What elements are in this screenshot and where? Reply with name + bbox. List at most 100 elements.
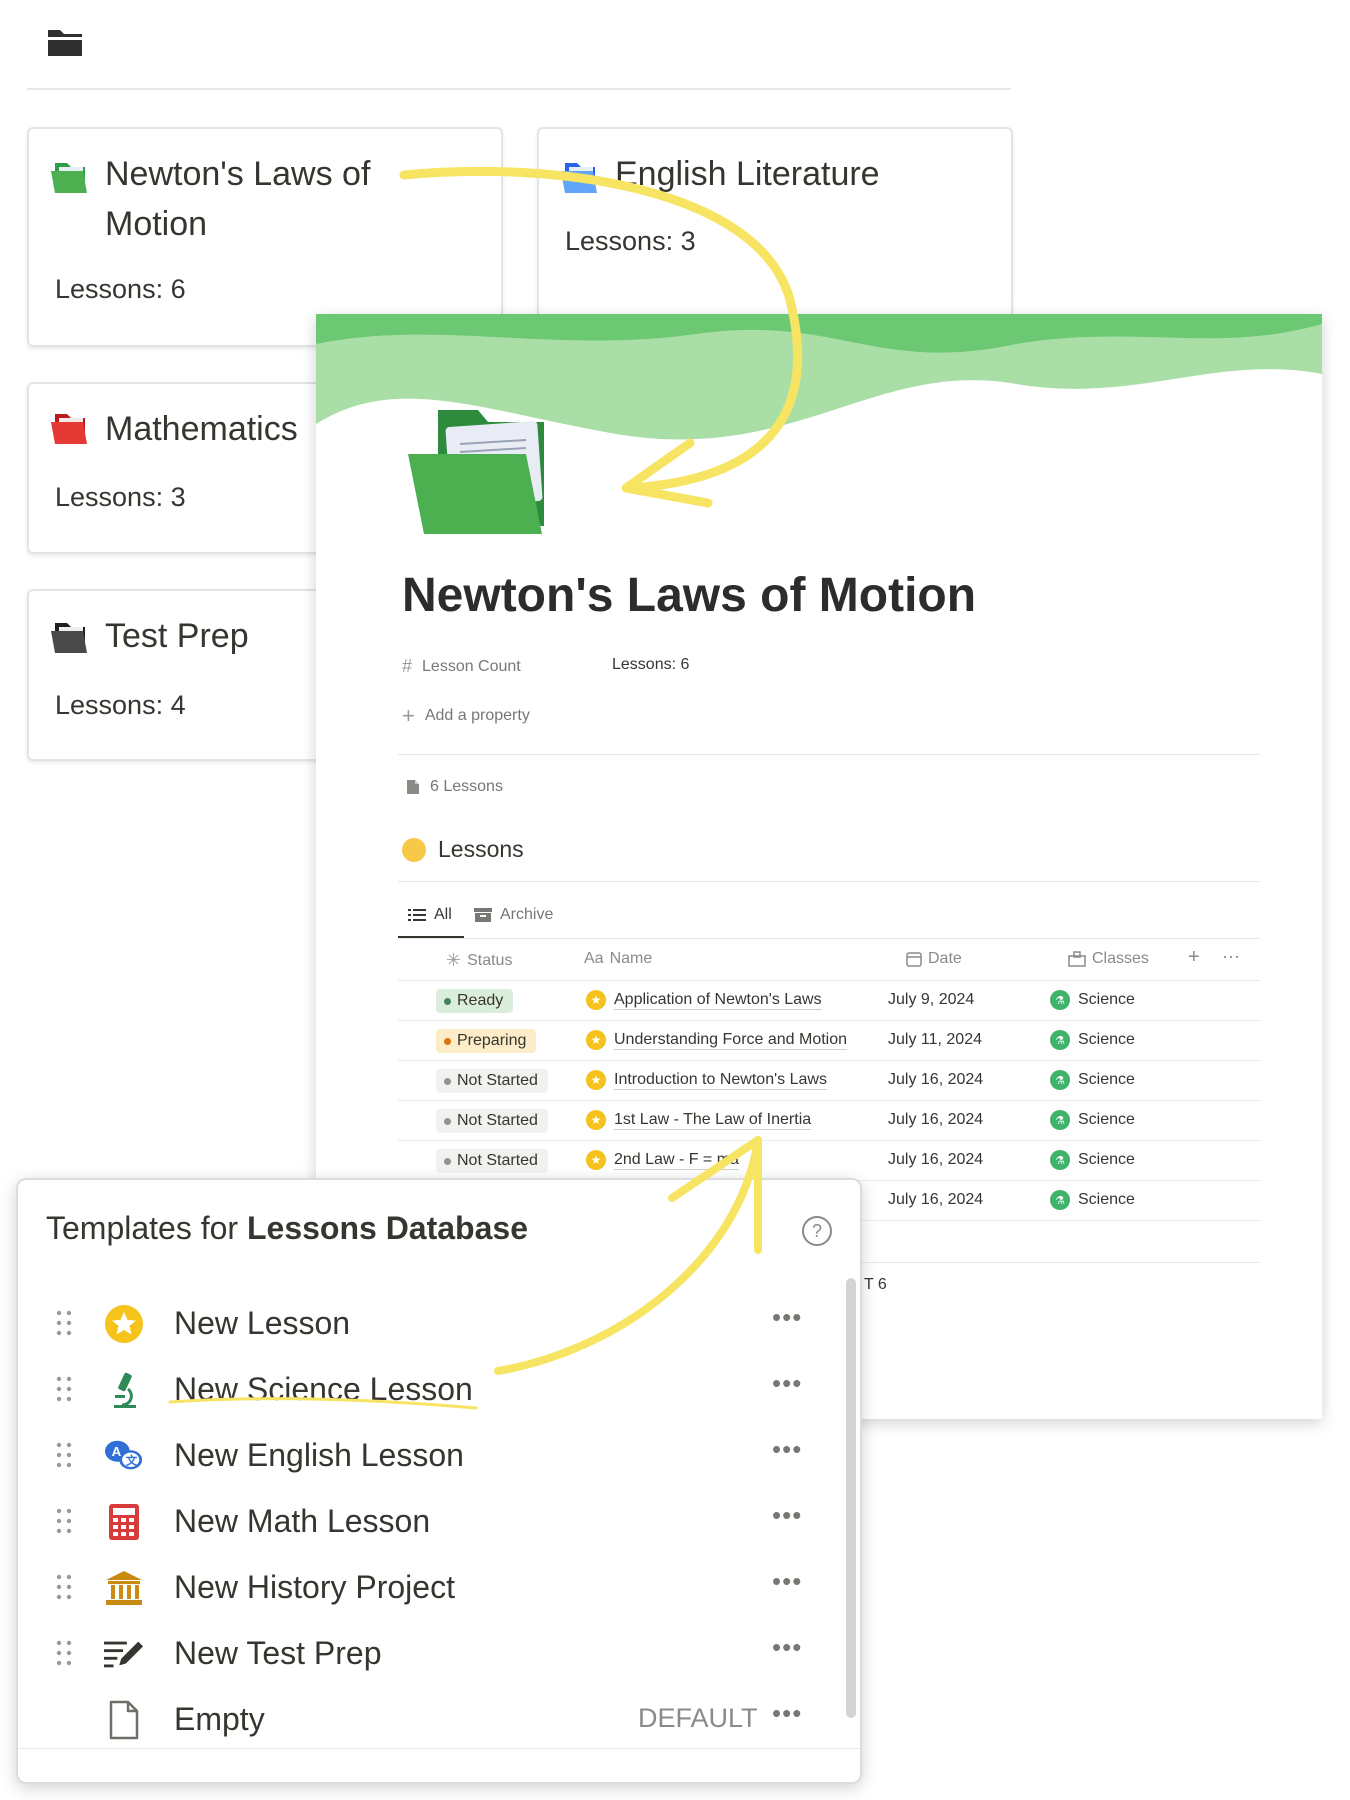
divider: [27, 88, 1011, 90]
database-title[interactable]: Lessons: [402, 836, 524, 863]
database-title-label: Lessons: [438, 836, 524, 862]
template-item-new-history-project[interactable]: New History Project •••: [18, 1556, 838, 1616]
drag-handle-icon[interactable]: [56, 1310, 72, 1336]
star-icon: ★: [586, 990, 606, 1010]
class-relation[interactable]: ⚗ Science: [1050, 1190, 1135, 1210]
text-type-icon: Aa: [584, 950, 604, 967]
lesson-name[interactable]: ★ Introduction to Newton's Laws: [586, 1070, 827, 1090]
table-row[interactable]: Not Started ★ 1st Law - The Law of Inert…: [398, 1101, 1260, 1141]
view-tab-archive[interactable]: Archive: [474, 906, 553, 924]
add-property-label: Add a property: [424, 707, 530, 724]
science-icon: ⚗: [1050, 1070, 1070, 1090]
card-lesson-count: Lessons: 3: [565, 226, 696, 256]
column-label: Name: [609, 950, 653, 967]
star-icon: ★: [586, 1030, 606, 1050]
status-tag[interactable]: Ready: [436, 989, 514, 1013]
class-relation[interactable]: ⚗ Science: [1050, 1150, 1135, 1170]
template-item-empty[interactable]: Empty DEFAULT •••: [18, 1688, 838, 1748]
folder-black-icon: [51, 623, 87, 653]
divider: [398, 881, 1260, 882]
more-icon[interactable]: •••: [772, 1698, 802, 1729]
more-options-button[interactable]: ···: [1222, 946, 1240, 967]
card-lesson-count: Lessons: 6: [55, 274, 186, 304]
template-label: New Math Lesson: [174, 1503, 431, 1539]
column-header-classes[interactable]: Classes: [1068, 950, 1149, 968]
drag-handle-icon[interactable]: [56, 1442, 72, 1468]
card-title: English Literature: [615, 155, 880, 193]
template-item-new-test-prep[interactable]: New Test Prep •••: [18, 1622, 838, 1682]
default-badge: DEFAULT: [638, 1703, 758, 1733]
template-item-new-science-lesson[interactable]: New Science Lesson •••: [18, 1358, 838, 1418]
property-value[interactable]: Lessons: 6: [612, 656, 689, 674]
lesson-name[interactable]: ★ Understanding Force and Motion: [586, 1030, 848, 1050]
list-icon: [408, 909, 426, 921]
status-tag[interactable]: Not Started: [436, 1149, 548, 1173]
status-label: Not Started: [457, 1072, 538, 1089]
table-row[interactable]: Ready ★ Application of Newton's Laws Jul…: [398, 981, 1260, 1021]
backlinks[interactable]: 6 Lessons: [406, 778, 503, 796]
template-label: New Science Lesson: [174, 1371, 473, 1407]
lesson-date: July 9, 2024: [888, 991, 975, 1008]
table-row[interactable]: Not Started ★ Introduction to Newton's L…: [398, 1061, 1260, 1101]
add-column-button[interactable]: +: [1188, 946, 1200, 969]
science-icon: ⚗: [1050, 1150, 1070, 1170]
star-icon: ★: [586, 1070, 606, 1090]
folder-blue-icon: [561, 163, 597, 193]
more-icon[interactable]: •••: [772, 1566, 802, 1597]
lesson-title: 2nd Law - F = ma: [614, 1150, 739, 1170]
lesson-name[interactable]: ★ Application of Newton's Laws: [586, 990, 822, 1010]
lesson-name[interactable]: ★ 2nd Law - F = ma: [586, 1150, 739, 1170]
table-row[interactable]: Preparing ★ Understanding Force and Moti…: [398, 1021, 1260, 1061]
scrollbar[interactable]: [846, 1278, 856, 1718]
column-header-name[interactable]: Aa Name: [584, 950, 652, 968]
lesson-name[interactable]: ★ 1st Law - The Law of Inertia: [586, 1110, 812, 1130]
class-label: Science: [1078, 991, 1135, 1008]
calendar-icon: [906, 952, 922, 967]
add-property-button[interactable]: + Add a property: [402, 703, 530, 729]
status-tag[interactable]: Not Started: [436, 1069, 548, 1093]
class-relation[interactable]: ⚗ Science: [1050, 990, 1135, 1010]
drag-handle-icon[interactable]: [56, 1640, 72, 1666]
template-item-new-english-lesson[interactable]: A文 New English Lesson •••: [18, 1424, 838, 1484]
lesson-date: July 16, 2024: [888, 1151, 984, 1168]
class-relation[interactable]: ⚗ Science: [1050, 1030, 1135, 1050]
popup-title: Templates for Lessons Database: [46, 1210, 528, 1246]
class-label: Science: [1078, 1191, 1135, 1208]
status-dot: [444, 1117, 451, 1125]
status-tag[interactable]: Not Started: [436, 1109, 548, 1133]
drag-handle-icon[interactable]: [56, 1574, 72, 1600]
help-icon[interactable]: ?: [802, 1216, 832, 1246]
more-icon[interactable]: •••: [772, 1302, 802, 1333]
property-lesson-count[interactable]: # Lesson Count: [402, 656, 521, 677]
column-header-status[interactable]: ✳ Status: [446, 950, 512, 971]
view-tab-all[interactable]: All: [408, 906, 452, 924]
status-dot: [444, 1037, 451, 1045]
relation-icon: [1068, 951, 1086, 967]
more-icon[interactable]: •••: [772, 1632, 802, 1663]
checklist-pen-icon: [104, 1634, 144, 1674]
document-icon: [407, 780, 419, 794]
template-item-new-lesson[interactable]: New Lesson •••: [18, 1292, 838, 1352]
status-tag[interactable]: Preparing: [436, 1029, 537, 1053]
more-icon[interactable]: •••: [772, 1500, 802, 1531]
calculate-count[interactable]: T 6: [864, 1276, 887, 1294]
property-name: Lesson Count: [422, 657, 521, 675]
class-relation[interactable]: ⚗ Science: [1050, 1110, 1135, 1130]
column-header-date[interactable]: Date: [906, 950, 962, 968]
status-dot: [444, 1077, 451, 1085]
view-tab-label: All: [434, 906, 452, 923]
page-icon: [104, 1700, 144, 1740]
science-icon: ⚗: [1050, 990, 1070, 1010]
more-icon[interactable]: •••: [772, 1434, 802, 1465]
archive-icon: [474, 908, 492, 922]
drag-handle-icon[interactable]: [56, 1508, 72, 1534]
lesson-date: July 16, 2024: [888, 1191, 984, 1208]
lesson-title: Understanding Force and Motion: [614, 1030, 848, 1050]
star-icon: ★: [586, 1150, 606, 1170]
table-row[interactable]: Not Started ★ 2nd Law - F = ma July 16, …: [398, 1141, 1260, 1181]
class-relation[interactable]: ⚗ Science: [1050, 1070, 1135, 1090]
card-lesson-count: Lessons: 3: [55, 482, 186, 512]
template-item-new-math-lesson[interactable]: New Math Lesson •••: [18, 1490, 838, 1550]
drag-handle-icon[interactable]: [56, 1376, 72, 1402]
more-icon[interactable]: •••: [772, 1368, 802, 1399]
